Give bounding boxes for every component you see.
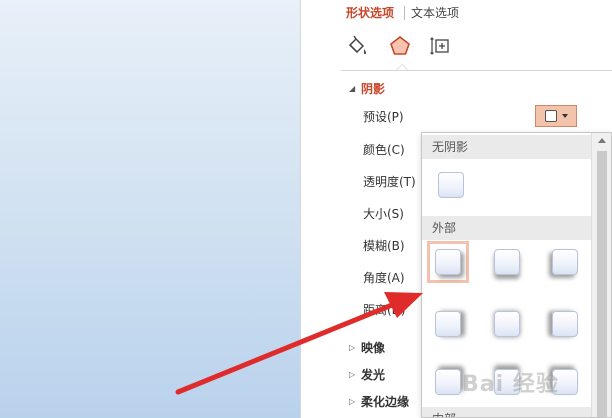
soft-edges-section-title: 柔化边缘 [361, 395, 410, 409]
expanded-triangle-icon: ◢ [349, 84, 356, 93]
preset-label: 预设(P) [363, 110, 404, 124]
color-label: 颜色(C) [363, 143, 405, 157]
watermark-text: Bai 经验 [462, 372, 559, 397]
glow-section-header[interactable]: ▷ 发光 [349, 366, 385, 384]
slide-canvas [0, 0, 300, 418]
tab-text-options[interactable]: 文本选项 [411, 4, 459, 22]
preset-outer-offset-left[interactable] [544, 303, 586, 345]
preset-outer-offset-bottom[interactable] [486, 241, 528, 283]
size-properties-icon [430, 37, 449, 55]
blur-label: 模糊(B) [363, 239, 405, 253]
collapsed-triangle-icon: ▷ [349, 370, 356, 379]
reflection-section-header[interactable]: ▷ 映像 [349, 339, 385, 357]
preset-swatch-icon [544, 110, 557, 122]
dropdown-scrollbar[interactable] [591, 133, 611, 417]
inner-header: 内部 [422, 407, 592, 417]
preset-swatch [435, 249, 461, 275]
outer-header: 外部 [422, 216, 592, 240]
scroll-up-arrow-icon[interactable] [598, 138, 606, 143]
preset-swatch [552, 249, 578, 275]
shadow-section-title: 阴影 [361, 82, 386, 96]
header-divider [341, 70, 612, 71]
collapsed-triangle-icon: ▷ [349, 397, 356, 406]
distance-label: 距离(D) [363, 303, 406, 317]
preset-outer-offset-right[interactable] [427, 303, 469, 345]
size-label: 大小(S) [363, 207, 404, 221]
paint-bucket-icon [348, 35, 366, 55]
preset-outer-offset-center[interactable] [486, 303, 528, 345]
preset-no-shadow[interactable] [430, 164, 472, 206]
transparency-label: 透明度(T) [363, 175, 416, 189]
glow-section-title: 发光 [361, 368, 386, 382]
preset-outer-offset-bottom-left[interactable] [544, 241, 586, 283]
preset-swatch [494, 311, 520, 337]
collapsed-triangle-icon: ▷ [349, 343, 356, 352]
effects-button[interactable] [386, 32, 414, 60]
soft-edges-section-header[interactable]: ▷ 柔化边缘 [349, 393, 409, 411]
scrollbar-thumb[interactable] [597, 151, 607, 417]
shadow-section-header[interactable]: ◢ 阴影 [349, 80, 385, 98]
reflection-section-title: 映像 [361, 341, 386, 355]
size-properties-button[interactable] [426, 32, 454, 60]
tab-separator [404, 6, 405, 20]
pentagon-effects-icon [390, 35, 410, 55]
angle-label: 角度(A) [363, 271, 405, 285]
preset-outer-offset-bottom-right[interactable] [427, 241, 469, 283]
preset-swatch [552, 311, 578, 337]
preset-swatch [435, 369, 461, 395]
no-shadow-header: 无阴影 [422, 135, 592, 159]
fill-line-button[interactable] [343, 32, 371, 60]
chevron-down-icon [561, 114, 568, 118]
tab-shape-options[interactable]: 形状选项 [346, 4, 394, 22]
preset-swatch [494, 249, 520, 275]
preset-swatch [438, 172, 464, 198]
preset-dropdown-button[interactable] [535, 105, 577, 127]
preset-swatch [435, 311, 461, 337]
